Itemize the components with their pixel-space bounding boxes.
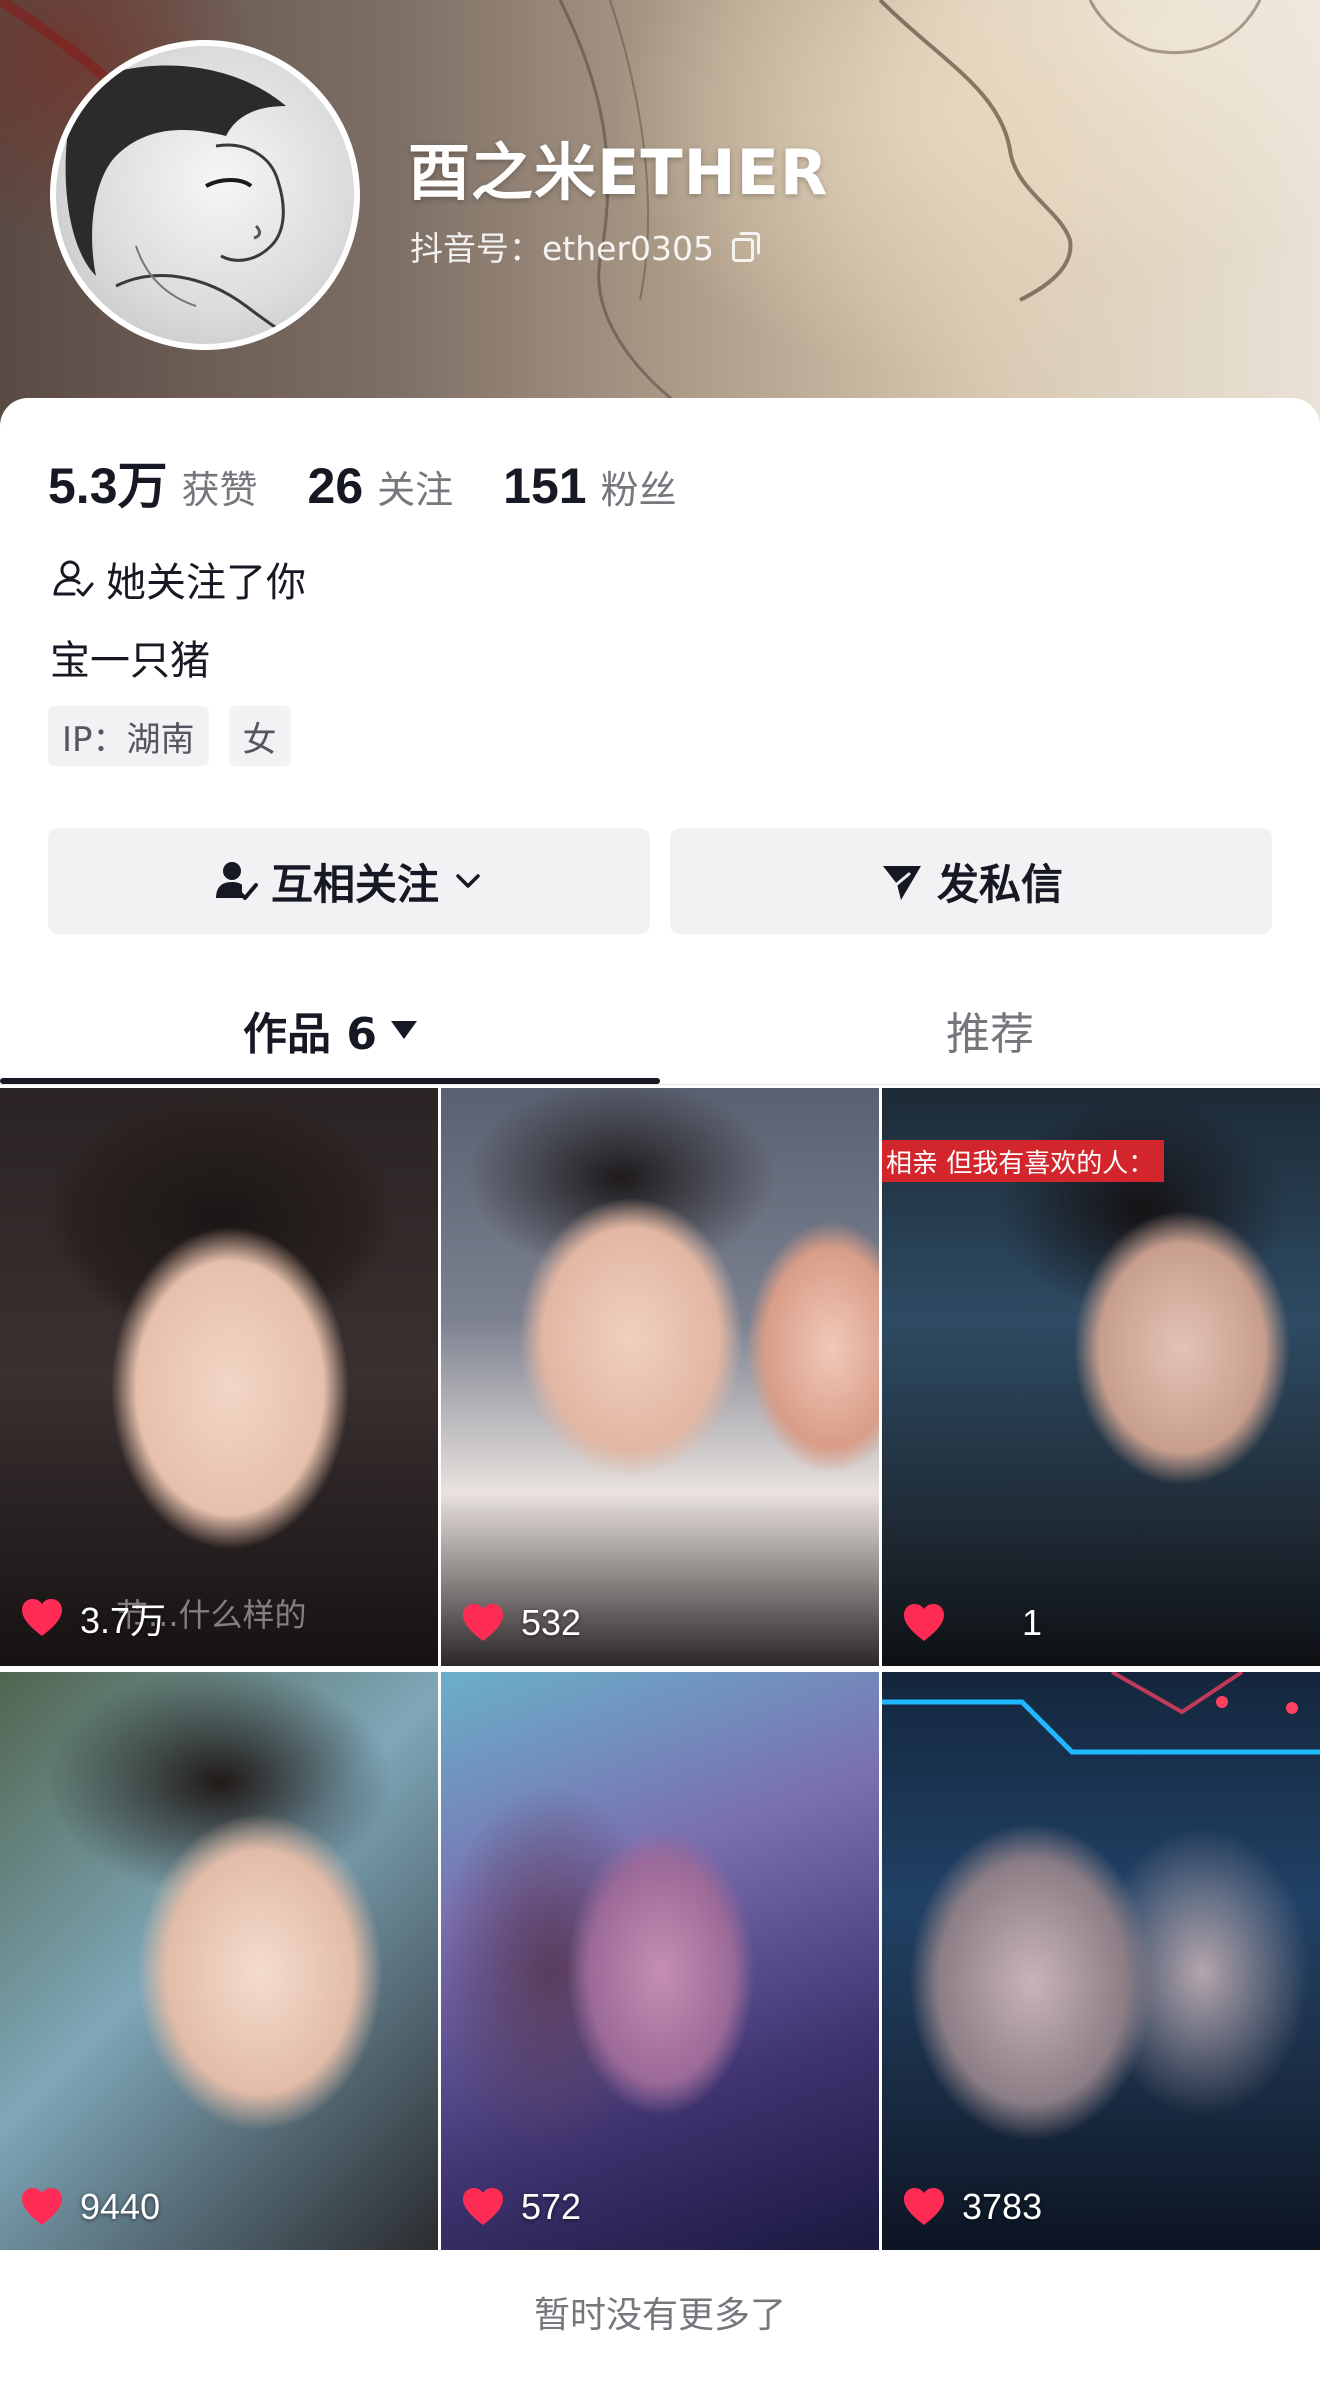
stat-following[interactable]: 26 关注: [308, 457, 454, 515]
stat-following-value: 26: [307, 458, 364, 514]
person-icon: [53, 560, 94, 597]
chevron-down-icon: [456, 874, 480, 888]
douyin-id[interactable]: 抖音号：ether0305: [410, 222, 761, 270]
video-likes: 9440: [20, 2186, 160, 2228]
follows-you-note: 她关注了你: [50, 550, 306, 608]
video-thumbnail[interactable]: 节...什么样的 3.7万: [0, 1088, 438, 1666]
caret-down-icon: [390, 1021, 417, 1039]
send-message-button[interactable]: 发私信: [670, 828, 1272, 934]
stat-likes: 5.3万 获赞: [48, 446, 258, 518]
video-thumbnail[interactable]: 3783: [882, 1672, 1320, 2250]
video-likes-count: 532: [521, 1602, 582, 1643]
video-likes-count: 9440: [80, 2186, 161, 2227]
video-grid: 节...什么样的 3.7万 532 相亲 但我有喜欢的人： 1 9440 572…: [0, 1088, 1320, 2250]
avatar-illustration: [65, 65, 307, 344]
nickname: 酉之米ETHER: [408, 136, 829, 209]
copy-icon[interactable]: [730, 232, 761, 262]
heart-icon: [904, 1604, 944, 1641]
heart-icon: [463, 2188, 503, 2225]
tag-ip: IP：湖南: [48, 706, 209, 766]
heart-icon: [22, 2188, 62, 2225]
video-thumbnail[interactable]: 9440: [0, 1672, 438, 2250]
stat-likes-value: 5.3万: [48, 458, 168, 514]
video-likes: 1: [902, 1602, 1042, 1644]
video-likes: 3.7万: [20, 1592, 166, 1644]
action-buttons: 互相关注 发私信: [48, 828, 1272, 934]
stat-followers[interactable]: 151 粉丝: [503, 457, 676, 515]
stat-followers-value: 151: [503, 458, 587, 514]
heart-icon: [22, 1599, 62, 1636]
video-caption: 相亲 但我有喜欢的人：: [882, 1140, 1165, 1182]
profile-page: 酉之米ETHER 抖音号：ether0305 5.3万 获赞 26 关注 151…: [0, 0, 1320, 2396]
mutual-follow-label: 互相关注: [270, 859, 439, 909]
video-likes-count: 3.7万: [80, 1600, 167, 1641]
tab-works[interactable]: 作品 6: [0, 974, 660, 1086]
tabs-divider: [0, 1084, 1320, 1085]
video-thumbnail[interactable]: 572: [441, 1672, 879, 2250]
douyin-id-text: 抖音号：ether0305: [410, 229, 715, 268]
tab-recommended-label: 推荐: [946, 1009, 1034, 1060]
send-message-label: 发私信: [936, 859, 1063, 909]
video-likes: 532: [461, 1602, 581, 1644]
video-likes-count: 1: [1022, 1602, 1043, 1643]
stats-row: 5.3万 获赞 26 关注 151 粉丝: [48, 446, 727, 514]
video-likes-count: 572: [521, 2186, 582, 2227]
stage-lights: [882, 1672, 1320, 1755]
no-more-content: 暂时没有更多了: [533, 2295, 786, 2336]
heart-icon: [904, 2188, 944, 2225]
video-thumbnail[interactable]: 532: [441, 1088, 879, 1666]
bio: 宝一只猪: [50, 638, 210, 684]
stat-followers-label: 粉丝: [600, 468, 677, 512]
heart-icon: [463, 1604, 503, 1641]
video-likes: 3783: [902, 2186, 1042, 2228]
send-icon: [882, 866, 921, 900]
video-likes-count: 3783: [962, 2186, 1043, 2227]
follows-you-text: 她关注了你: [106, 560, 306, 606]
stat-likes-label: 获赞: [181, 468, 258, 512]
profile-tags: IP：湖南 女: [48, 706, 291, 766]
stat-following-label: 关注: [377, 468, 454, 512]
video-likes: 572: [461, 2186, 581, 2228]
avatar[interactable]: [50, 40, 360, 350]
tag-gender: 女: [228, 706, 291, 766]
tab-recommended[interactable]: 推荐: [660, 974, 1320, 1086]
video-thumbnail[interactable]: 相亲 但我有喜欢的人： 1: [882, 1088, 1320, 1666]
person-check-icon: [215, 862, 258, 900]
mutual-follow-button[interactable]: 互相关注: [48, 828, 650, 934]
tab-works-label: 作品 6: [243, 1009, 377, 1060]
